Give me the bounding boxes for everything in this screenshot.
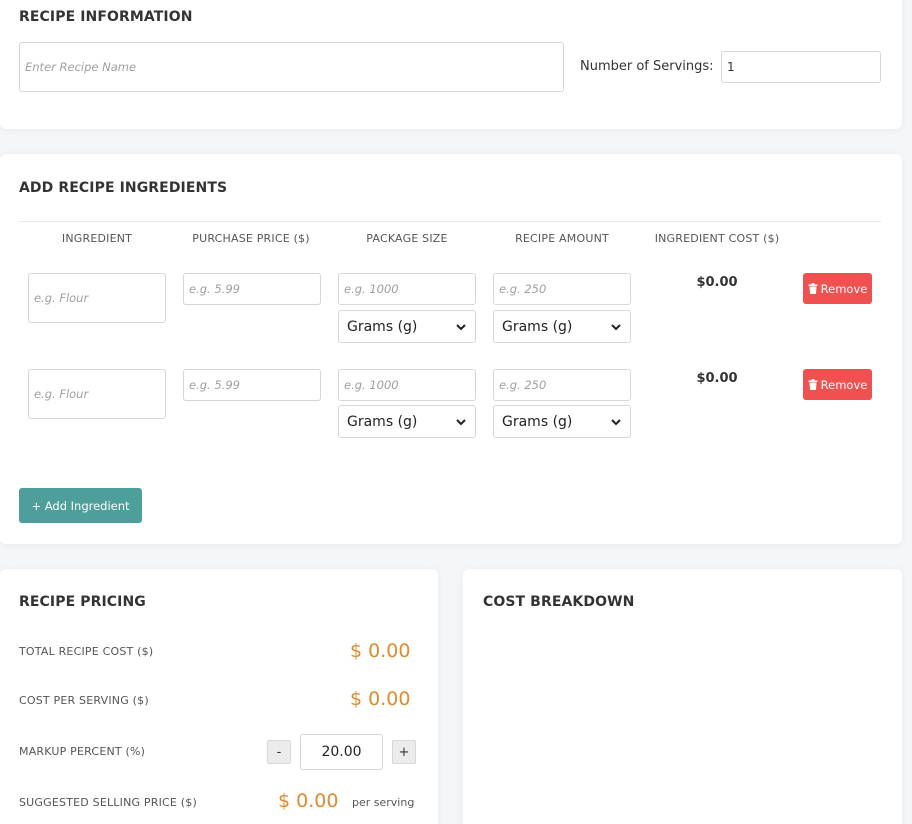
remove-label: Remove xyxy=(820,377,868,392)
ingredients-title: ADD RECIPE INGREDIENTS xyxy=(19,180,228,196)
suggested-price-label: SUGGESTED SELLING PRICE ($) xyxy=(19,796,197,809)
trash-icon xyxy=(808,283,818,294)
cost-breakdown-title: COST BREAKDOWN xyxy=(483,594,635,610)
purchase-price-input[interactable] xyxy=(183,369,321,401)
package-size-input[interactable] xyxy=(338,369,476,401)
ingredient-name-input[interactable] xyxy=(28,273,166,323)
package-unit-select[interactable]: Grams (g) xyxy=(338,405,476,438)
package-unit-select[interactable]: Grams (g) xyxy=(338,310,476,343)
package-unit-value: Grams (g) xyxy=(347,318,418,335)
col-head-purchase-price: PURCHASE PRICE ($) xyxy=(192,232,310,245)
recipe-name-input[interactable] xyxy=(19,42,564,92)
cost-per-serving-label: COST PER SERVING ($) xyxy=(19,694,149,707)
remove-ingredient-button[interactable]: Remove xyxy=(803,369,872,400)
amount-unit-select[interactable]: Grams (g) xyxy=(493,405,631,438)
col-head-ingredient: INGREDIENT xyxy=(61,232,133,245)
markup-increment-button[interactable]: + xyxy=(392,740,416,764)
amount-unit-value: Grams (g) xyxy=(502,318,573,335)
col-head-package-size: PACKAGE SIZE xyxy=(366,232,448,245)
total-cost-label: TOTAL RECIPE COST ($) xyxy=(19,645,154,658)
trash-icon xyxy=(808,379,818,390)
per-serving-suffix: per serving xyxy=(352,796,415,809)
chevron-down-icon xyxy=(456,419,466,426)
package-unit-value: Grams (g) xyxy=(347,413,418,430)
servings-label: Number of Servings: xyxy=(580,59,714,74)
ingredients-card: ADD RECIPE INGREDIENTS INGREDIENT PURCHA… xyxy=(0,154,902,544)
ingredient-name-input[interactable] xyxy=(28,369,166,419)
recipe-pricing-card: RECIPE PRICING TOTAL RECIPE COST ($) $ 0… xyxy=(0,569,438,824)
remove-ingredient-button[interactable]: Remove xyxy=(803,273,872,304)
ingredient-cost-value: $0.00 xyxy=(696,371,738,386)
servings-input[interactable] xyxy=(721,51,881,83)
remove-label: Remove xyxy=(820,281,868,296)
total-cost-value: $ 0.00 xyxy=(350,640,411,662)
cost-breakdown-card: COST BREAKDOWN xyxy=(463,569,902,824)
markup-input[interactable] xyxy=(300,734,383,770)
add-ingredient-button[interactable]: + Add Ingredient xyxy=(19,488,142,523)
amount-unit-value: Grams (g) xyxy=(502,413,573,430)
suggested-price-value: $ 0.00 xyxy=(278,790,339,812)
chevron-down-icon xyxy=(456,324,466,331)
chevron-down-icon xyxy=(611,419,621,426)
package-size-input[interactable] xyxy=(338,273,476,305)
col-head-ingredient-cost: INGREDIENT COST ($) xyxy=(654,232,780,245)
markup-decrement-button[interactable]: - xyxy=(267,740,291,764)
col-head-recipe-amount: RECIPE AMOUNT xyxy=(515,232,609,245)
ingredients-divider xyxy=(19,221,881,222)
ingredient-cost-value: $0.00 xyxy=(696,275,738,290)
recipe-amount-input[interactable] xyxy=(493,273,631,305)
recipe-pricing-title: RECIPE PRICING xyxy=(19,594,146,610)
cost-per-serving-value: $ 0.00 xyxy=(350,688,411,710)
recipe-information-card: RECIPE INFORMATION Number of Servings: xyxy=(0,0,902,129)
amount-unit-select[interactable]: Grams (g) xyxy=(493,310,631,343)
recipe-information-title: RECIPE INFORMATION xyxy=(19,9,193,25)
chevron-down-icon xyxy=(611,324,621,331)
recipe-amount-input[interactable] xyxy=(493,369,631,401)
markup-label: MARKUP PERCENT (%) xyxy=(19,745,146,758)
purchase-price-input[interactable] xyxy=(183,273,321,305)
